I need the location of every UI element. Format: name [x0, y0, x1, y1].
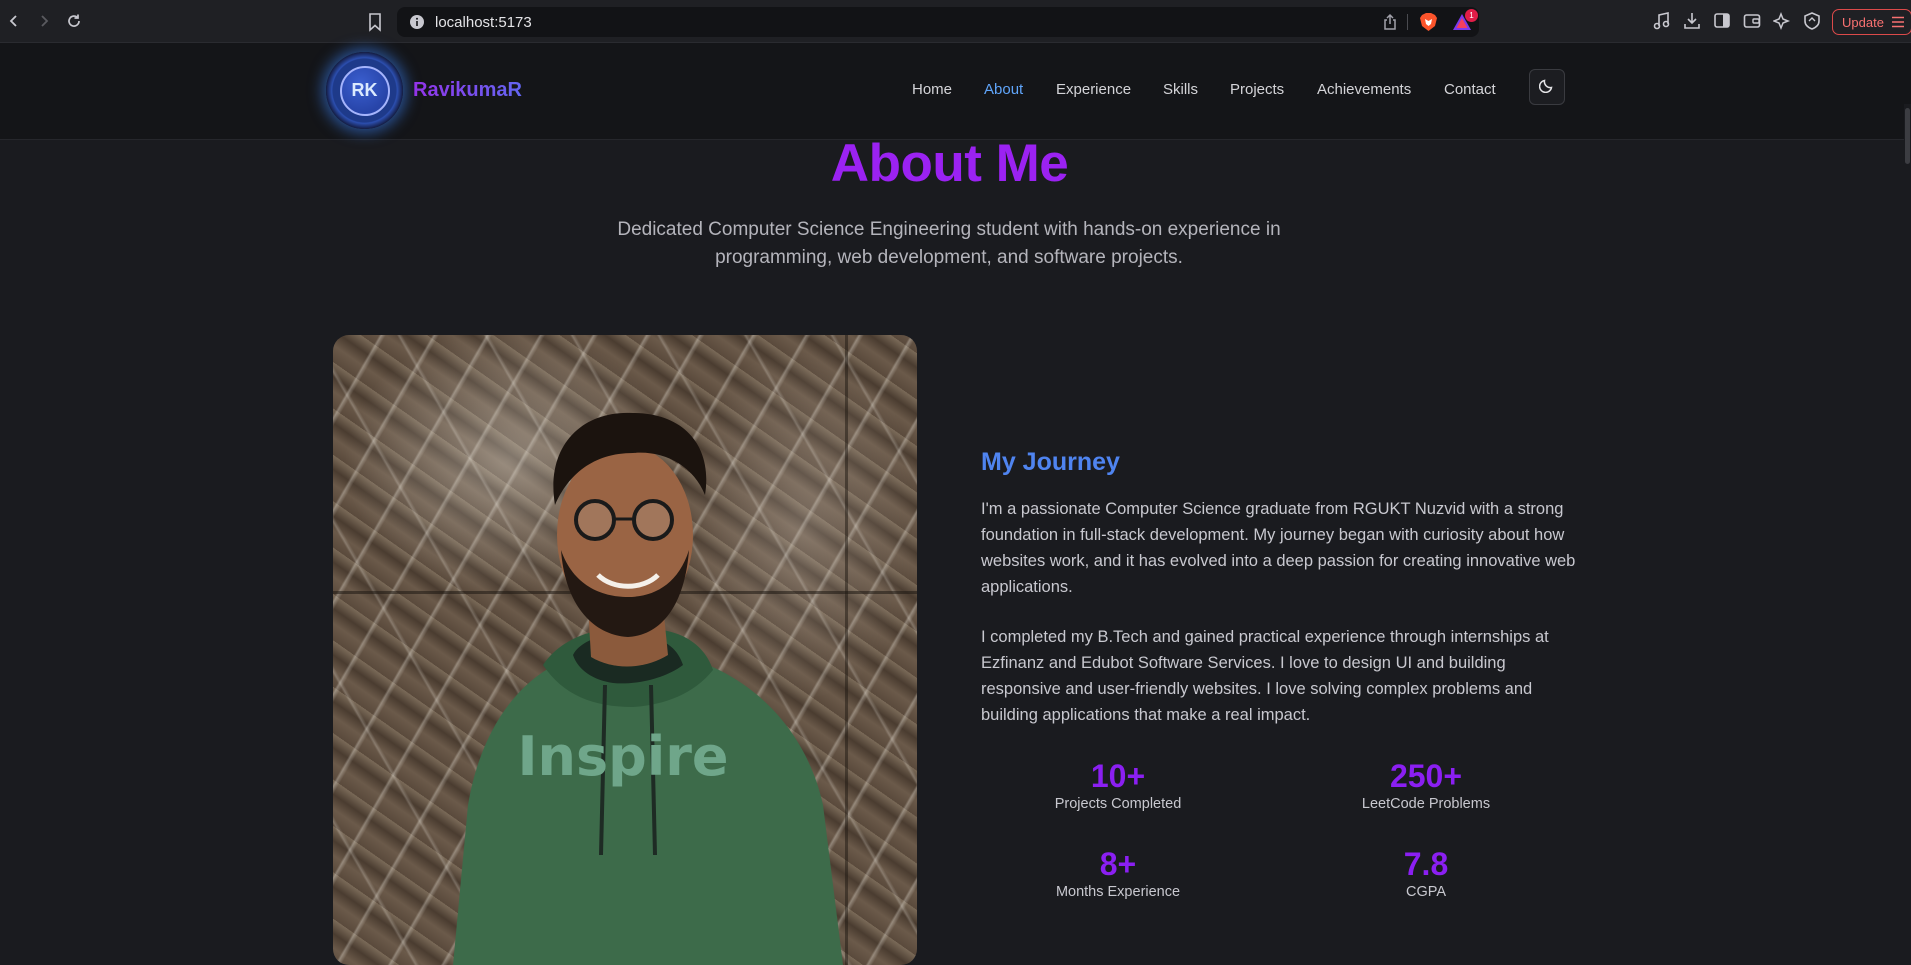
hoodie-text: Inspire — [517, 725, 728, 788]
moon-icon — [1538, 77, 1555, 98]
stat-experience: 8+ Months Experience — [1008, 846, 1228, 900]
rewards-count-badge: 1 — [1465, 9, 1478, 22]
nav-skills[interactable]: Skills — [1163, 81, 1198, 98]
stat-value: 8+ — [1099, 846, 1137, 882]
scrollbar[interactable] — [1904, 104, 1911, 952]
media-icon[interactable] — [1653, 11, 1671, 33]
stat-label: Months Experience — [1055, 884, 1181, 900]
nav-experience[interactable]: Experience — [1056, 81, 1131, 98]
url-text: localhost:5173 — [435, 14, 532, 31]
scrollbar-thumb[interactable] — [1905, 108, 1910, 164]
section-title: About Me — [830, 134, 1069, 193]
logo-initials: RK — [339, 65, 390, 116]
stat-label: LeetCode Problems — [1361, 796, 1491, 812]
wallet-icon[interactable] — [1743, 11, 1761, 33]
logo[interactable]: RK — [326, 52, 403, 129]
profile-photo: Inspire — [333, 335, 917, 965]
stat-label: CGPA — [1405, 884, 1447, 900]
stat-leetcode: 250+ LeetCode Problems — [1316, 758, 1536, 812]
nav-projects[interactable]: Projects — [1230, 81, 1284, 98]
person-illustration: Inspire — [453, 412, 843, 965]
stat-value: 10+ — [1090, 758, 1146, 794]
nav-home[interactable]: Home — [912, 81, 952, 98]
forward-icon[interactable] — [34, 11, 54, 31]
stat-value: 7.8 — [1403, 846, 1449, 882]
bookmark-icon[interactable] — [367, 12, 383, 32]
browser-toolbar: localhost:5173 1 Update — [0, 0, 1911, 43]
back-icon[interactable] — [4, 11, 24, 31]
site-info-icon[interactable] — [409, 14, 425, 30]
journey-paragraph: I'm a passionate Computer Science gradua… — [981, 500, 1576, 596]
download-icon[interactable] — [1683, 11, 1701, 33]
sidebar-icon[interactable] — [1713, 11, 1731, 33]
stat-label: Projects Completed — [1054, 796, 1182, 812]
site-header: RK RavikumaR Home About Experience Skill… — [0, 43, 1911, 140]
journey-title: My Journey — [981, 448, 1120, 476]
stat-cgpa: 7.8 CGPA — [1316, 846, 1536, 900]
leo-ai-icon[interactable] — [1771, 11, 1791, 33]
update-label: Update — [1842, 15, 1884, 30]
address-divider — [1407, 14, 1408, 30]
section-subtitle: Dedicated Computer Science Engineering s… — [617, 219, 1281, 268]
reload-icon[interactable] — [64, 11, 84, 31]
nav-about[interactable]: About — [984, 81, 1023, 98]
stat-value: 250+ — [1389, 758, 1463, 794]
stat-projects: 10+ Projects Completed — [1008, 758, 1228, 812]
nav-contact[interactable]: Contact — [1444, 81, 1496, 98]
nav-achievements[interactable]: Achievements — [1317, 81, 1411, 98]
share-icon[interactable] — [1381, 13, 1399, 31]
menu-icon[interactable] — [1891, 16, 1905, 28]
vpn-shield-icon[interactable] — [1803, 11, 1821, 33]
theme-toggle-button[interactable] — [1529, 69, 1565, 105]
journey-paragraph: I completed my B.Tech and gained practic… — [981, 628, 1549, 724]
address-bar[interactable]: localhost:5173 1 — [397, 7, 1479, 37]
update-button[interactable]: Update — [1832, 9, 1911, 35]
brave-shields-icon[interactable] — [1419, 12, 1438, 32]
brand-name[interactable]: RavikumaR — [413, 79, 522, 102]
